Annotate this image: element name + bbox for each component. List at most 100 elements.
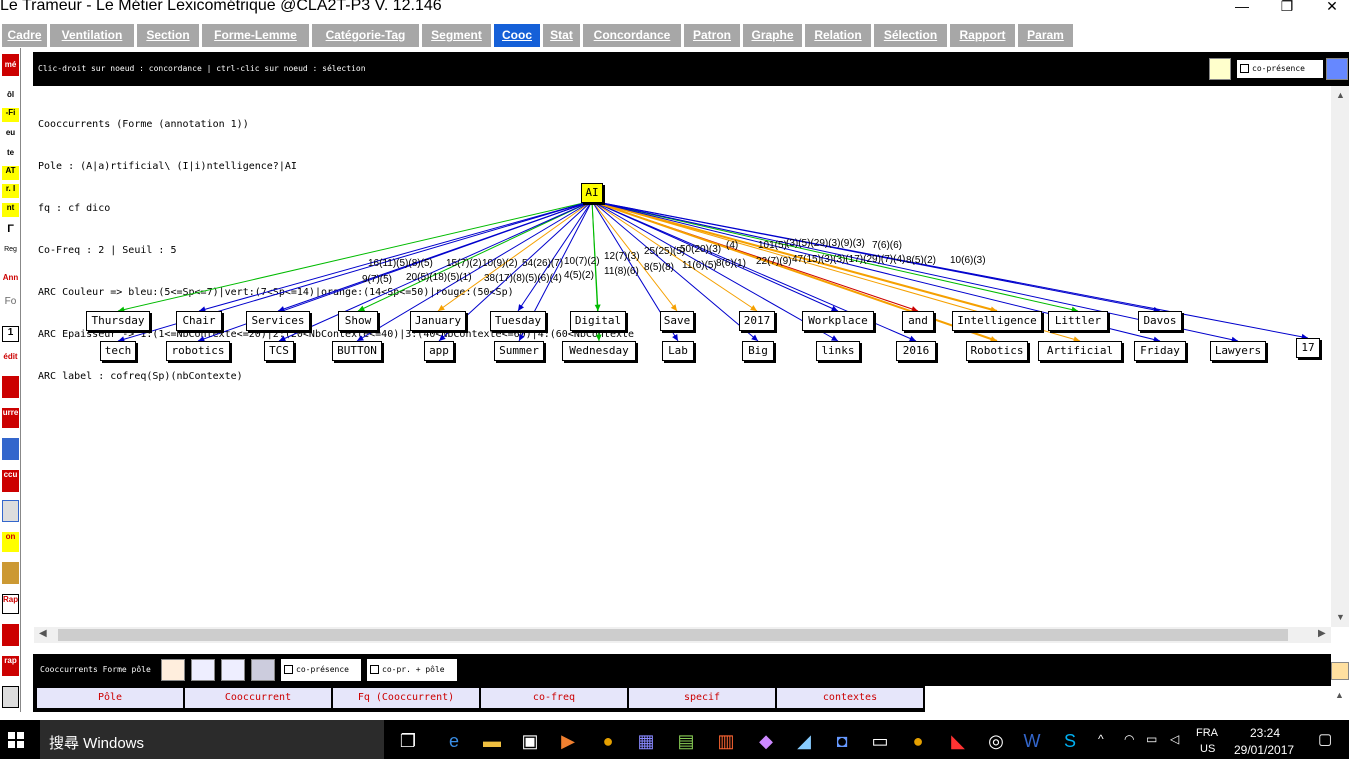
chart-icon[interactable] (161, 659, 185, 681)
skype-icon[interactable]: S (1060, 731, 1080, 751)
language-label[interactable]: FRA (1196, 727, 1218, 739)
s-icon[interactable] (221, 659, 245, 681)
scroll-up-icon[interactable]: ▲ (1335, 690, 1344, 700)
copr-pole-checkbox[interactable]: co-pr. + pôle (367, 659, 457, 681)
graph-node[interactable]: Services (246, 311, 310, 331)
wifi-icon[interactable]: ◠ (1124, 732, 1134, 746)
notification-icon[interactable]: ▢ (1318, 730, 1332, 748)
side-icon-5[interactable] (2, 624, 19, 646)
graph-node[interactable]: Robotics (966, 341, 1028, 361)
graph-node[interactable]: Big (742, 341, 774, 361)
windows-start-icon[interactable] (8, 732, 24, 748)
media-icon[interactable]: ▶ (558, 731, 578, 751)
tray-chevron-icon[interactable]: ^ (1098, 732, 1104, 746)
clock-date[interactable]: 29/01/2017 (1234, 743, 1294, 757)
task-view-icon[interactable]: ❐ (398, 731, 418, 751)
tab-patron[interactable]: Patron (684, 24, 740, 47)
graph-node[interactable]: Intelligence (952, 311, 1042, 331)
side-button-3[interactable]: ccu (2, 470, 19, 492)
tab-rapport[interactable]: Rapport (950, 24, 1015, 47)
office-icon[interactable]: ▥ (716, 731, 736, 751)
store-icon[interactable]: ▣ (520, 731, 540, 751)
column-header-cooccurrent[interactable]: Cooccurrent (185, 688, 331, 708)
column-header-cofreq[interactable]: co-freq (481, 688, 627, 708)
export-table-icon[interactable] (1331, 662, 1349, 680)
graph-node[interactable]: Workplace (802, 311, 874, 331)
graph-node[interactable]: Save (660, 311, 694, 331)
notes-icon[interactable]: ◢ (794, 731, 814, 751)
graph-node[interactable]: Chair (176, 311, 222, 331)
grid-icon[interactable] (1209, 58, 1231, 80)
tab-param[interactable]: Param (1018, 24, 1073, 47)
tab-selection[interactable]: Sélection (874, 24, 947, 47)
trameur-icon[interactable]: ▦ (636, 731, 656, 751)
column-header-fq[interactable]: Fq (Cooccurrent) (333, 688, 479, 708)
graph-node[interactable]: Friday (1134, 341, 1186, 361)
graph-node[interactable]: 2016 (896, 341, 936, 361)
side-checkbox-1[interactable]: Γ (2, 223, 19, 237)
table-icon[interactable] (251, 659, 275, 681)
graph-node[interactable]: and (902, 311, 934, 331)
scroll-right-icon[interactable]: ▶ (1318, 628, 1326, 639)
tab-stat[interactable]: Stat (543, 24, 580, 47)
side-button-5[interactable]: Rap (2, 594, 19, 614)
file-explorer-icon[interactable]: ▬ (482, 731, 502, 751)
pole-node[interactable]: AI (581, 183, 603, 203)
graph-node[interactable]: Show (338, 311, 378, 331)
chrome-icon[interactable]: ● (598, 731, 618, 751)
column-header-contextes[interactable]: contextes (777, 688, 923, 708)
tab-cooc[interactable]: Cooc (494, 24, 540, 47)
side-icon-6[interactable] (2, 686, 19, 708)
chrome2-icon[interactable]: ● (908, 731, 928, 751)
ufo-icon[interactable]: ◆ (756, 731, 776, 751)
graph-node[interactable]: Wednesday (562, 341, 636, 361)
graph-node[interactable]: tech (100, 341, 136, 361)
taskbar-search[interactable]: 搜尋 Windows (40, 720, 384, 759)
side-button-4[interactable]: on (2, 532, 19, 552)
word-icon[interactable]: W (1022, 731, 1042, 751)
battery-icon[interactable]: ▭ (1146, 732, 1157, 746)
side-button-1[interactable]: mé (2, 54, 19, 76)
side-icon-3[interactable] (2, 500, 19, 522)
graph-node[interactable]: Summer (494, 341, 544, 361)
graph-node[interactable]: BUTTON (332, 341, 382, 361)
side-icon-2[interactable] (2, 438, 19, 460)
scroll-down-icon[interactable]: ▼ (1336, 612, 1345, 622)
clock-time[interactable]: 23:24 (1250, 726, 1280, 740)
graph-node[interactable]: Digital (570, 311, 626, 331)
side-icon-4[interactable] (2, 562, 19, 584)
maximize-button[interactable]: ❐ (1267, 0, 1307, 14)
graph-node[interactable]: links (816, 341, 860, 361)
tab-cadre[interactable]: Cadre (2, 24, 47, 47)
graph-node[interactable]: Davos (1138, 311, 1182, 331)
tab-segment[interactable]: Segment (422, 24, 491, 47)
graph-node[interactable]: Lab (662, 341, 694, 361)
graph-node[interactable]: 2017 (739, 311, 775, 331)
graph-node[interactable]: 17 (1296, 338, 1320, 358)
tab-concordance[interactable]: Concordance (583, 24, 681, 47)
graph-node[interactable]: app (424, 341, 454, 361)
tab-forme-lemme[interactable]: Forme-Lemme (202, 24, 309, 47)
app-icon[interactable]: ▤ (676, 731, 696, 751)
scroll-up-icon[interactable]: ▲ (1336, 90, 1345, 100)
side-input-1[interactable]: 1 (2, 326, 19, 342)
copresence-checkbox[interactable]: co-présence (1237, 60, 1323, 78)
close-button[interactable]: ✕ (1312, 0, 1349, 14)
tab-graphe[interactable]: Graphe (743, 24, 802, 47)
volume-icon[interactable]: ◁ (1170, 732, 1179, 746)
graph-node[interactable]: TCS (264, 341, 294, 361)
graph-node[interactable]: Artificial (1038, 341, 1122, 361)
column-header-specif[interactable]: specif (629, 688, 775, 708)
graph-node[interactable]: January (410, 311, 466, 331)
graph-node[interactable]: robotics (166, 341, 230, 361)
tab-categorie-tag[interactable]: Catégorie-Tag (312, 24, 419, 47)
c-icon[interactable] (191, 659, 215, 681)
graph-canvas[interactable]: Cooccurrents (Forme (annotation 1)) Pole… (34, 86, 1331, 627)
tab-ventilation[interactable]: Ventilation (50, 24, 134, 47)
region-label[interactable]: US (1200, 743, 1215, 755)
horizontal-scrollbar[interactable]: ◀ ▶ (34, 627, 1331, 643)
export-icon[interactable] (1326, 58, 1348, 80)
graph-node[interactable]: Lawyers (1210, 341, 1266, 361)
scroll-thumb[interactable] (58, 629, 1288, 641)
edge-icon[interactable]: e (444, 731, 464, 751)
